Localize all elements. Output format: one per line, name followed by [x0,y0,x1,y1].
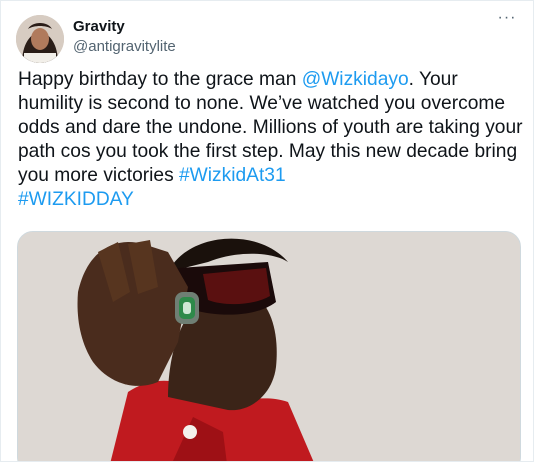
hashtag-link[interactable]: #WizkidAt31 [179,165,286,186]
mention-link[interactable]: @Wizkidayo [302,69,409,90]
hashtag-link[interactable]: #WIZKIDDAY [18,189,134,210]
tweet-card[interactable]: Gravity @antigravitylite ··· Happy birth… [0,0,534,462]
author-handle[interactable]: @antigravitylite [73,38,176,55]
author-display-name[interactable]: Gravity [73,18,125,35]
tweet-photo[interactable] [17,231,521,461]
avatar[interactable] [16,15,64,63]
tweet-text: Happy birthday to the grace man @Wizkida… [18,68,523,212]
more-dots-icon[interactable]: ··· [496,10,518,33]
tweet-text-part: Happy birthday to the grace man [18,69,302,90]
